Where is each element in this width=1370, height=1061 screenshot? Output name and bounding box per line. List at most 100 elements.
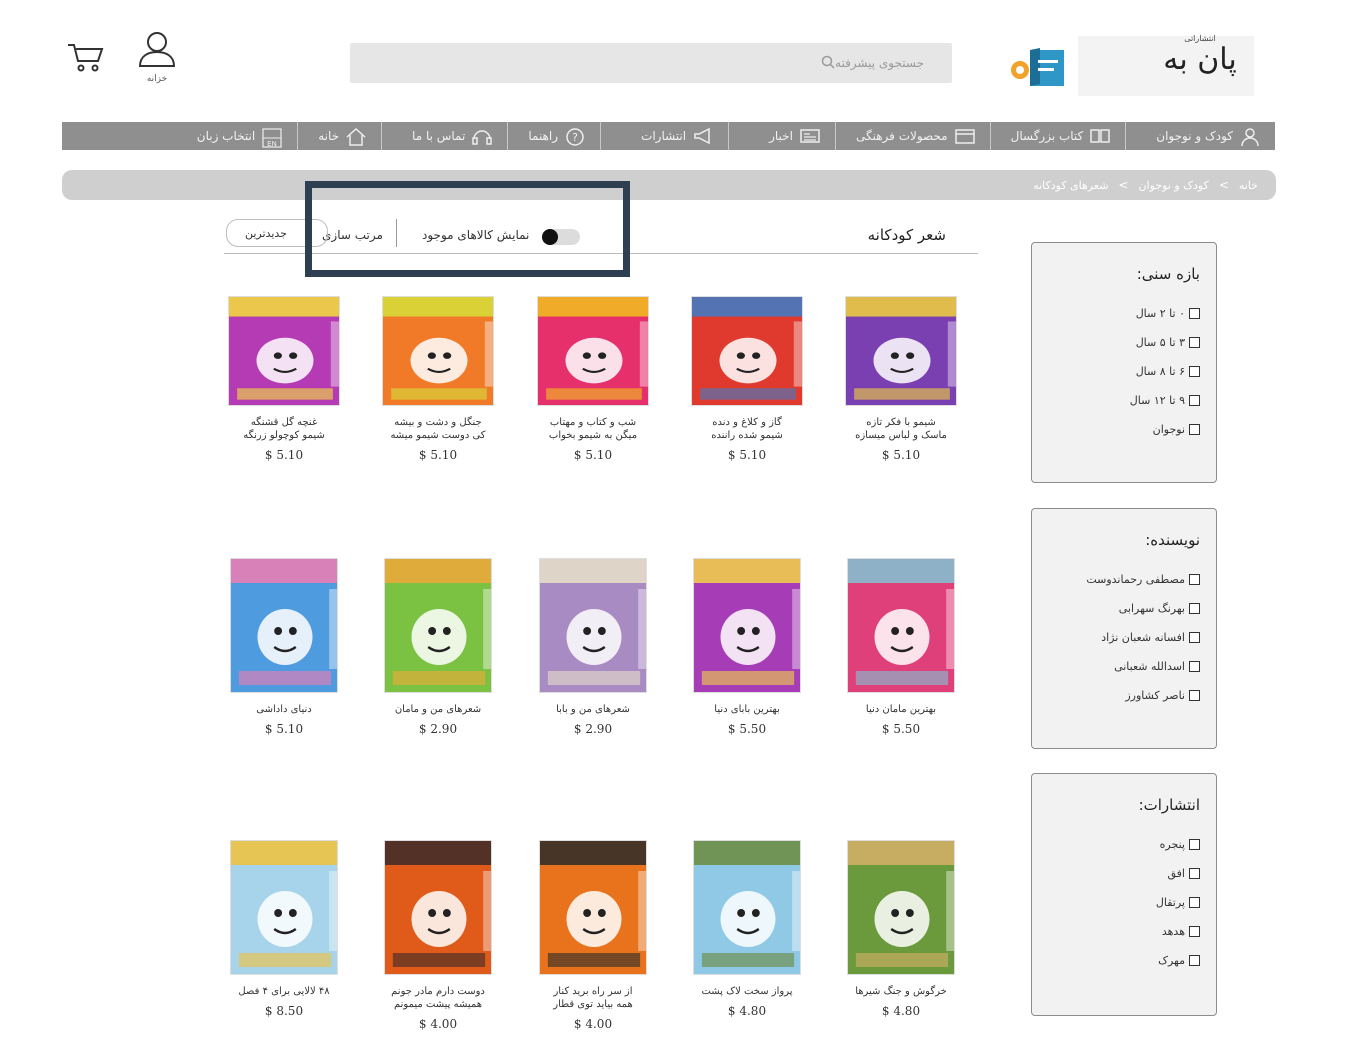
filter-option-label: هدهد — [1161, 925, 1185, 938]
filter-checkbox[interactable] — [1189, 839, 1200, 850]
nav-item-headset[interactable]: تماس با ما — [381, 122, 507, 150]
product-name[interactable]: شعرهای من و مامان — [380, 703, 496, 716]
brand-logo[interactable]: انتشاراتی پان به — [1160, 34, 1240, 94]
filter-option[interactable]: هدهد — [1032, 917, 1200, 946]
filter-checkbox[interactable] — [1189, 897, 1200, 908]
nav-item-newspaper[interactable]: اخبار — [728, 122, 835, 150]
product-name[interactable]: دوست دارم مادر جونم همیشه پیشت میمونم — [380, 985, 496, 1011]
filter-checkbox[interactable] — [1189, 366, 1200, 377]
product-name[interactable]: شعرهای من و بابا — [535, 703, 651, 716]
filter-panel: بازه سنی: ۰ تا ۲ سال ۳ تا ۵ سال ۶ تا ۸ سال ۹… — [1031, 242, 1217, 483]
product-card[interactable]: پرواز سخت لاک پشت $ 4.80 — [689, 840, 805, 1018]
product-name[interactable]: بهترین بابای دنیا — [689, 703, 805, 716]
nav-item-label: کودک و نوجوان — [1156, 129, 1233, 143]
product-card[interactable]: جنگل و دشت و بیشه کی دوست شیمو میشه $ 5.10 — [380, 296, 496, 462]
filter-option-label: افق — [1167, 867, 1186, 880]
logo-title: پان به — [1163, 42, 1237, 77]
filter-option[interactable]: پرتقال — [1032, 888, 1200, 917]
nav-item-package[interactable]: محصولات فرهنگی — [834, 122, 990, 150]
search-icon[interactable] — [821, 55, 835, 72]
product-name[interactable]: بهترین مامان دنیا — [843, 703, 959, 716]
product-cover-image[interactable] — [382, 296, 494, 406]
filter-option[interactable]: نوجوان — [1032, 415, 1200, 444]
filter-option[interactable]: اسدالله شعبانی — [1032, 652, 1200, 681]
filter-option[interactable]: ۰ تا ۲ سال — [1032, 299, 1200, 328]
product-name[interactable]: خرگوش و جنگ شیرها — [843, 985, 959, 998]
product-name[interactable]: ۴۸ لالایی برای ۴ فصل — [226, 985, 342, 998]
nav-item-language[interactable]: EN انتخاب زبان — [181, 122, 297, 150]
product-card[interactable]: دوست دارم مادر جونم همیشه پیشت میمونم $ 4.… — [380, 840, 496, 1031]
nav-item-book[interactable]: کتاب بزرگسال — [989, 122, 1126, 150]
product-card[interactable]: شیمو با فکر تازه ماسک و لباس میسازه $ 5.10 — [843, 296, 959, 462]
product-price: $ 2.90 — [418, 722, 458, 736]
filter-checkbox[interactable] — [1189, 632, 1200, 643]
filter-checkbox[interactable] — [1189, 574, 1200, 585]
product-card[interactable]: خرگوش و جنگ شیرها $ 4.80 — [843, 840, 959, 1018]
filter-checkbox[interactable] — [1189, 424, 1200, 435]
product-card[interactable]: گاز و کلاغ و دنده شیمو شده راننده $ 5.10 — [689, 296, 805, 462]
product-card[interactable]: دنیای داداشی $ 5.10 — [226, 558, 342, 736]
product-name[interactable]: گاز و کلاغ و دنده شیمو شده راننده — [689, 416, 805, 442]
product-cover-image[interactable] — [539, 558, 647, 693]
product-cover-image[interactable] — [693, 558, 801, 693]
nav-item-child[interactable]: کودک و نوجوان — [1125, 122, 1275, 150]
filter-option[interactable]: پنجره — [1032, 830, 1200, 859]
product-name[interactable]: دنیای داداشی — [226, 703, 342, 716]
nav-item-help[interactable]: ? راهنما — [507, 122, 600, 150]
filter-option[interactable]: افق — [1032, 859, 1200, 888]
filter-option[interactable]: ۶ تا ۸ سال — [1032, 357, 1200, 386]
user-account-button[interactable]: خزانه — [136, 30, 178, 86]
filter-option[interactable]: افسانه شعبان نژاد — [1032, 623, 1200, 652]
product-cover-image[interactable] — [228, 296, 340, 406]
product-card[interactable]: بهترین مامان دنیا $ 5.50 — [843, 558, 959, 736]
filter-checkbox[interactable] — [1189, 337, 1200, 348]
product-name[interactable]: پرواز سخت لاک پشت — [689, 985, 805, 998]
nav-item-home[interactable]: خانه — [297, 122, 381, 150]
filter-checkbox[interactable] — [1189, 926, 1200, 937]
filter-checkbox[interactable] — [1189, 955, 1200, 966]
filter-checkbox[interactable] — [1189, 308, 1200, 319]
breadcrumb-item[interactable]: کودک و نوجوان — [1138, 179, 1208, 192]
product-cover-image[interactable] — [230, 558, 338, 693]
product-name-line: همیشه پیشت میمونم — [393, 999, 482, 1010]
product-name[interactable]: از سر راه برید کنار همه بیاید توی قطار — [535, 985, 651, 1011]
product-name[interactable]: غنچه گل قشنگه شیمو کوچولو زرنگه — [226, 416, 342, 442]
product-cover-image[interactable] — [847, 840, 955, 975]
product-cover-image[interactable] — [230, 840, 338, 975]
product-card[interactable]: ۴۸ لالایی برای ۴ فصل $ 8.50 — [226, 840, 342, 1018]
filter-checkbox[interactable] — [1189, 690, 1200, 701]
product-card[interactable]: بهترین بابای دنیا $ 5.50 — [689, 558, 805, 736]
product-card[interactable]: غنچه گل قشنگه شیمو کوچولو زرنگه $ 5.10 — [226, 296, 342, 462]
product-cover-image[interactable] — [693, 840, 801, 975]
cart-icon[interactable] — [66, 40, 106, 74]
product-name[interactable]: جنگل و دشت و بیشه کی دوست شیمو میشه — [380, 416, 496, 442]
product-cover-image[interactable] — [847, 558, 955, 693]
product-name[interactable]: شب و کتاب و مهتاب میگن به شیمو بخواب — [535, 416, 651, 442]
product-name[interactable]: شیمو با فکر تازه ماسک و لباس میسازه — [843, 416, 959, 442]
breadcrumb-item[interactable]: خانه — [1239, 179, 1258, 192]
brand-emblem-icon — [1008, 46, 1066, 90]
filter-checkbox[interactable] — [1189, 868, 1200, 879]
product-cover-image[interactable] — [537, 296, 649, 406]
search-input[interactable]: جستجوی پیشرفته — [350, 43, 952, 83]
product-cover-image[interactable] — [384, 558, 492, 693]
product-card[interactable]: شب و کتاب و مهتاب میگن به شیمو بخواب $ 5.1… — [535, 296, 651, 462]
nav-item-megaphone[interactable]: انتشارات — [600, 122, 728, 150]
product-cover-image[interactable] — [384, 840, 492, 975]
filter-checkbox[interactable] — [1189, 603, 1200, 614]
filter-option[interactable]: مهرک — [1032, 946, 1200, 975]
filter-option[interactable]: بهرنگ سهرابی — [1032, 594, 1200, 623]
filter-option[interactable]: مصطفی رحماندوست — [1032, 565, 1200, 594]
product-cover-image[interactable] — [845, 296, 957, 406]
product-cover-image[interactable] — [691, 296, 803, 406]
product-card[interactable]: از سر راه برید کنار همه بیاید توی قطار $ 4… — [535, 840, 651, 1031]
filter-checkbox[interactable] — [1189, 395, 1200, 406]
filter-option[interactable]: ۹ تا ۱۲ سال — [1032, 386, 1200, 415]
product-card[interactable]: شعرهای من و بابا $ 2.90 — [535, 558, 651, 736]
product-card[interactable]: شعرهای من و مامان $ 2.90 — [380, 558, 496, 736]
filter-checkbox[interactable] — [1189, 661, 1200, 672]
filter-option[interactable]: ناصر کشاورز — [1032, 681, 1200, 710]
filter-heading: انتشارات: — [1138, 796, 1200, 814]
product-cover-image[interactable] — [539, 840, 647, 975]
filter-option[interactable]: ۳ تا ۵ سال — [1032, 328, 1200, 357]
